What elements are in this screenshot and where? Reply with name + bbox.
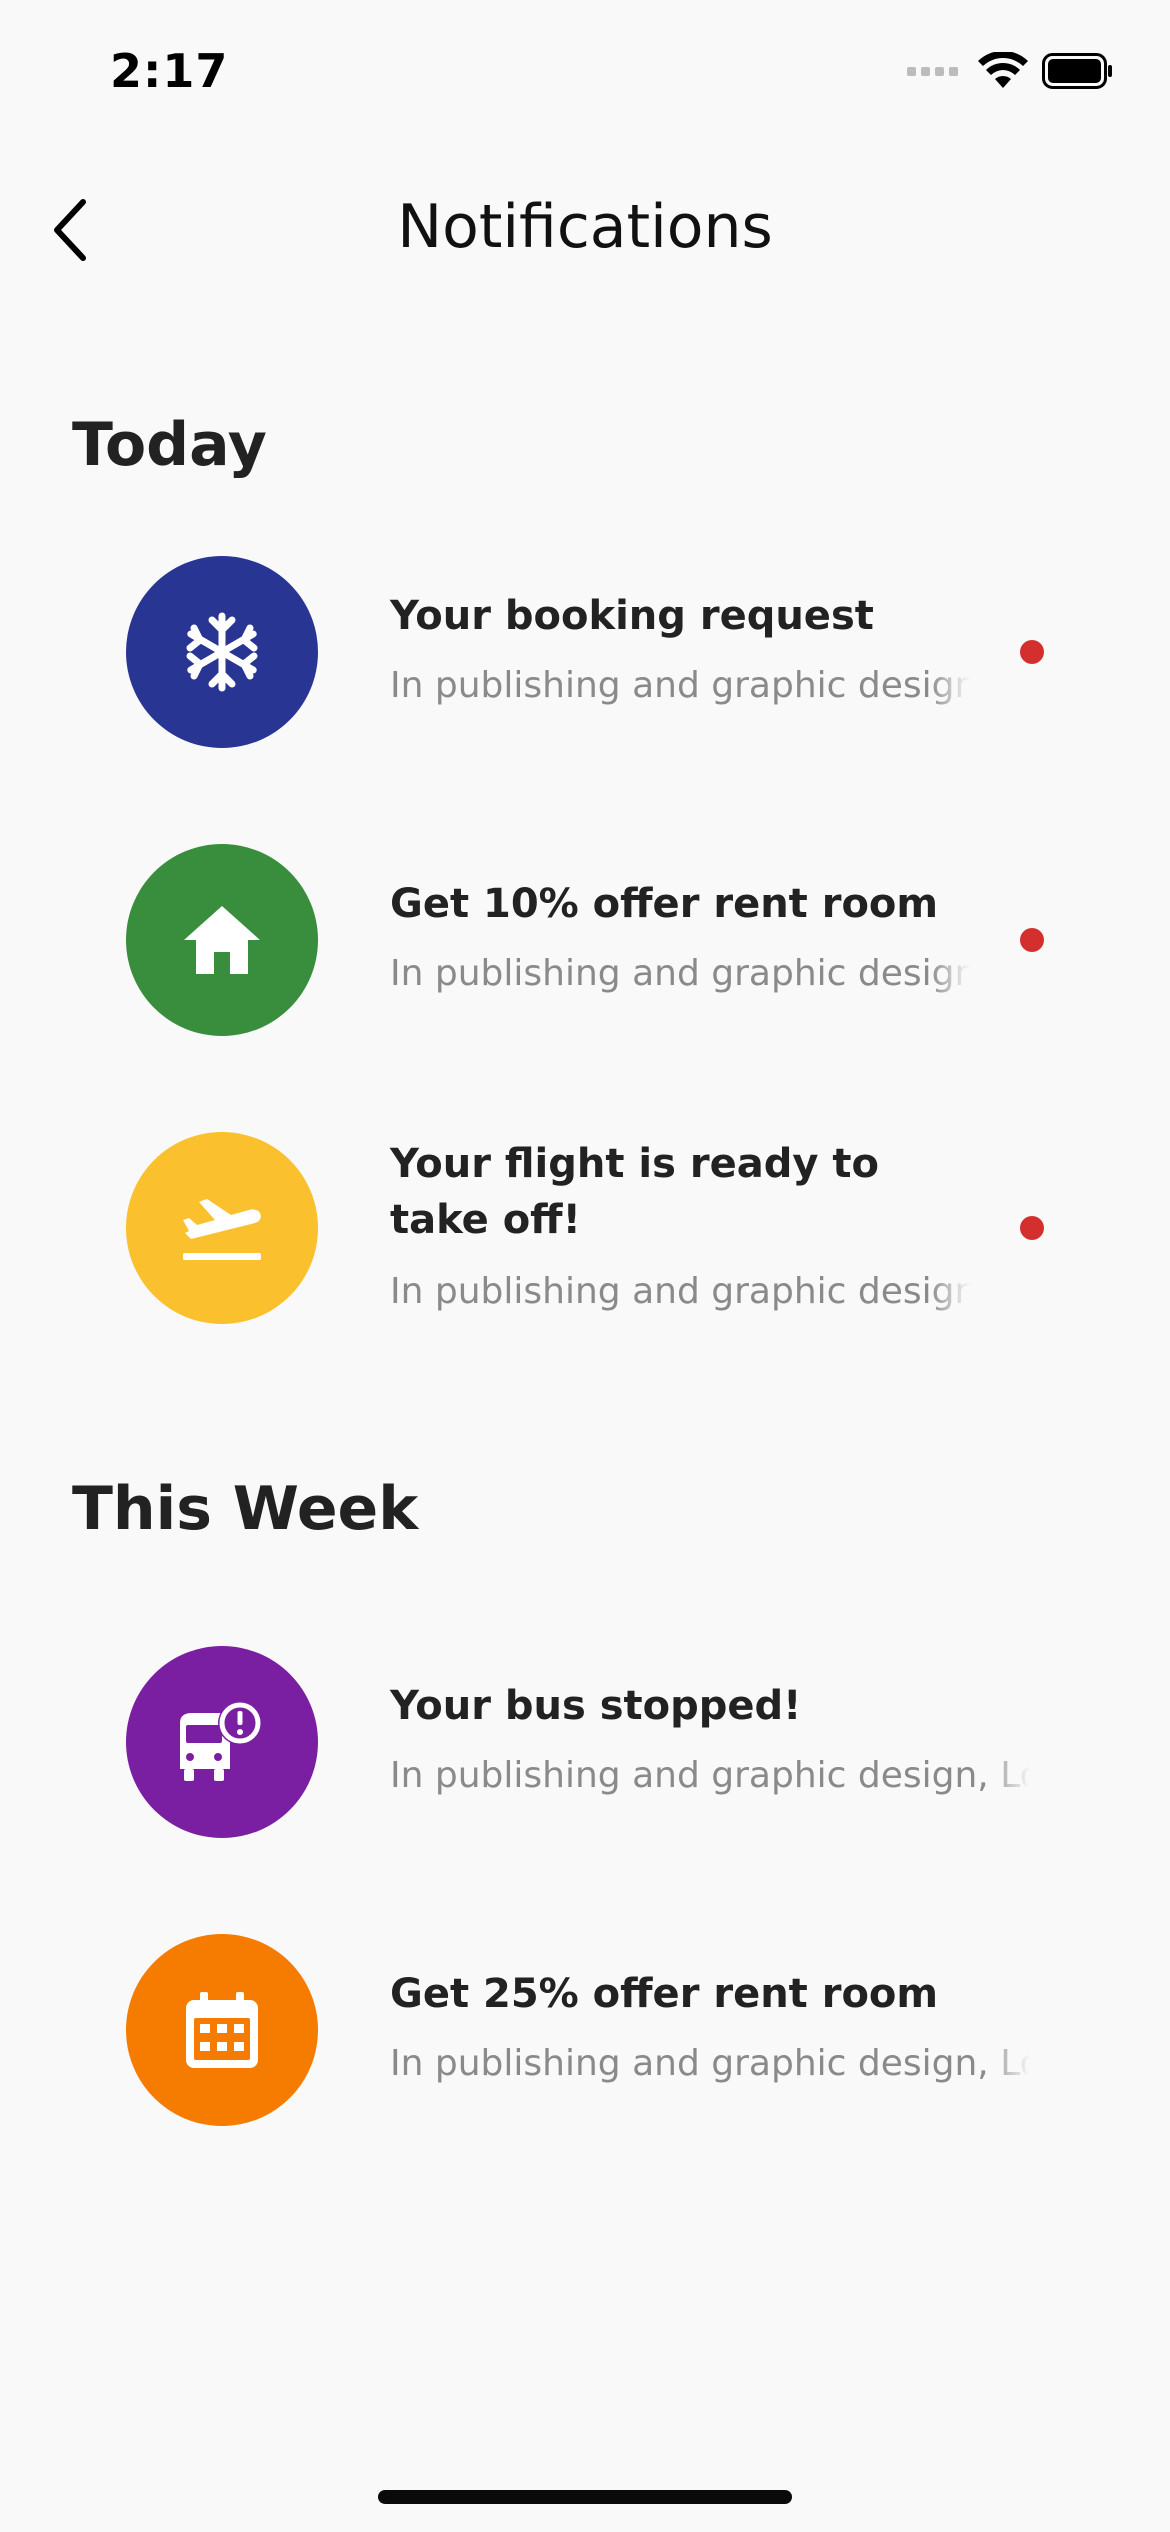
section-title-today: Today [72, 410, 267, 480]
page-title: Notifications [397, 192, 773, 262]
notification-title: Your flight is ready to take off! [390, 1141, 879, 1243]
notification-item[interactable]: Your booking request In publishing and g… [0, 556, 1170, 748]
notification-subtitle: In publishing and graphic design, Lorem … [390, 1271, 970, 1312]
notification-text: Your booking request In publishing and g… [390, 588, 970, 710]
unread-dot [1020, 640, 1044, 664]
status-bar: 2:17 [0, 0, 1170, 150]
notification-title: Get 10% offer rent room [390, 881, 939, 927]
notification-item[interactable]: Your flight is ready to take off! In pub… [0, 1132, 1170, 1328]
notification-text: Get 25% offer rent room In publishing an… [390, 1966, 1030, 2088]
notification-title: Your booking request [390, 593, 874, 639]
unread-dot [1020, 1216, 1044, 1240]
notification-icon-circle [126, 1646, 318, 1838]
notification-subtitle: In publishing and graphic design, Lorem … [390, 1755, 1030, 1796]
notification-item[interactable]: Your bus stopped! In publishing and grap… [0, 1646, 1170, 1838]
notification-text: Get 10% offer rent room In publishing an… [390, 876, 970, 998]
notification-title: Your bus stopped! [390, 1683, 802, 1729]
house-icon [184, 906, 260, 974]
notification-icon-circle [126, 1934, 318, 2126]
calendar-icon [186, 1992, 258, 2068]
notification-subtitle: In publishing and graphic design, Lorem … [390, 2043, 1030, 2084]
status-icons [907, 52, 1114, 90]
battery-icon [1042, 53, 1112, 89]
notification-subtitle: In publishing and graphic design, Lorem … [390, 953, 970, 994]
flight-takeoff-icon [183, 1199, 261, 1260]
notification-icon-circle [126, 556, 318, 748]
notification-item[interactable]: Get 10% offer rent room In publishing an… [0, 844, 1170, 1036]
notification-item[interactable]: Get 25% offer rent room In publishing an… [0, 1934, 1170, 2126]
nav-bar: Notifications [0, 170, 1170, 290]
notification-icon-circle [126, 844, 318, 1036]
home-indicator[interactable] [378, 2490, 792, 2504]
bus-alert-icon [180, 1701, 262, 1781]
notification-icon-circle [126, 1132, 318, 1324]
unread-dot [1020, 928, 1044, 952]
signal-icon [907, 66, 958, 76]
notification-text: Your bus stopped! In publishing and grap… [390, 1678, 1030, 1800]
section-title-this-week: This Week [72, 1474, 419, 1544]
snowflake-icon [186, 612, 258, 692]
status-time: 2:17 [110, 44, 229, 98]
notification-subtitle: In publishing and graphic design, Lorem … [390, 665, 970, 706]
notification-text: Your flight is ready to take off! In pub… [390, 1136, 970, 1316]
wifi-icon [978, 52, 1028, 88]
notification-title: Get 25% offer rent room [390, 1971, 939, 2017]
